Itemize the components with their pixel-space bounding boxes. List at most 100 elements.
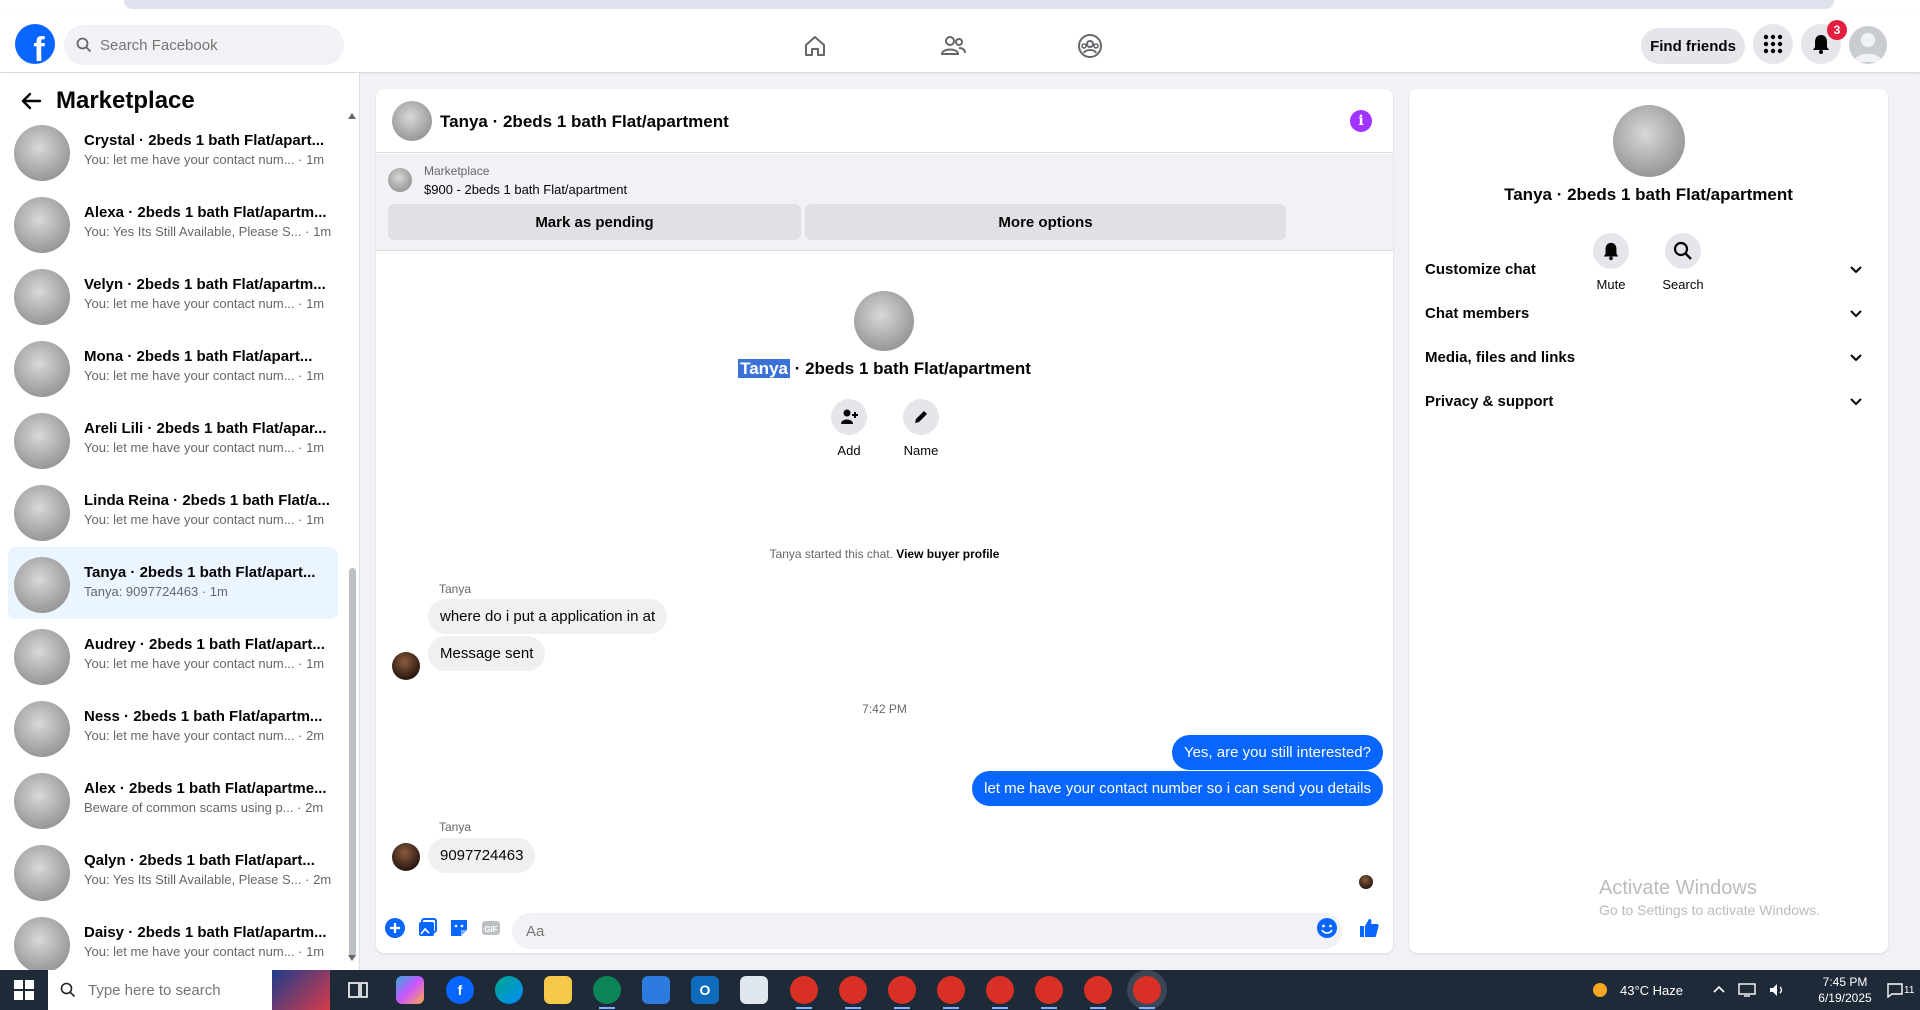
taskbar-search[interactable] bbox=[48, 970, 330, 1010]
info-section-2[interactable]: Media, files and links bbox=[1425, 337, 1872, 377]
windows-taskbar: f O 43°C Haze 7:45 PM 6/19/2025 11 bbox=[0, 970, 1920, 1010]
chat-title[interactable]: Tanya · 2beds 1 bath Flat/apartment bbox=[440, 112, 729, 132]
rename-action[interactable]: Name bbox=[891, 399, 951, 458]
marketplace-banner: Marketplace $900 - 2beds 1 bath Flat/apa… bbox=[376, 154, 1393, 251]
emoji-button[interactable] bbox=[1316, 917, 1338, 939]
info-section-3[interactable]: Privacy & support bbox=[1425, 381, 1872, 421]
conversation-item[interactable]: Mona · 2beds 1 bath Flat/apart... You: le… bbox=[8, 331, 338, 403]
more-options-button[interactable]: More options bbox=[805, 204, 1286, 240]
chrome-icon[interactable] bbox=[888, 976, 916, 1009]
chrome-active-icon[interactable] bbox=[1133, 976, 1161, 1009]
chrome-icon[interactable] bbox=[937, 976, 965, 1009]
scroll-down-arrow[interactable] bbox=[348, 955, 356, 961]
conversation-item[interactable]: Alex · 2beds 1 bath Flat/apartme... Bewar… bbox=[8, 763, 338, 835]
outlook-icon[interactable]: O bbox=[691, 976, 719, 1004]
pencil-icon bbox=[915, 411, 927, 423]
taskbar-clock[interactable]: 7:45 PM 6/19/2025 bbox=[1810, 974, 1880, 1006]
chrome-profile-icon[interactable] bbox=[593, 976, 621, 1009]
chrome-icon[interactable] bbox=[1084, 976, 1112, 1009]
sender-avatar[interactable] bbox=[392, 652, 420, 680]
scroll-up-arrow[interactable] bbox=[348, 113, 356, 119]
scroll-thumb[interactable] bbox=[349, 568, 356, 958]
conversation-avatar bbox=[14, 557, 70, 613]
like-button[interactable] bbox=[1358, 917, 1380, 939]
search-highlight-image[interactable] bbox=[272, 970, 330, 1010]
info-icon[interactable]: i bbox=[1350, 110, 1372, 132]
view-buyer-profile-link[interactable]: View buyer profile bbox=[896, 547, 999, 561]
store-icon[interactable] bbox=[642, 976, 670, 1004]
message-input[interactable] bbox=[512, 913, 1342, 949]
search-input[interactable] bbox=[100, 36, 320, 54]
chrome-icon[interactable] bbox=[790, 976, 818, 1009]
conversation-item[interactable]: Alexa · 2beds 1 bath Flat/apartm... You: … bbox=[8, 187, 338, 259]
conversation-item[interactable]: Qalyn · 2beds 1 bath Flat/apart... You: Y… bbox=[8, 835, 338, 907]
info-section-0[interactable]: Customize chat bbox=[1425, 249, 1872, 289]
intro-title-rest: · 2beds 1 bath Flat/apartment bbox=[789, 359, 1031, 378]
find-friends-button[interactable]: Find friends bbox=[1641, 28, 1745, 64]
conversation-name: Tanya · 2beds 1 bath Flat/apart... bbox=[84, 564, 316, 581]
conversation-name: Daisy · 2beds 1 bath Flat/apartm... bbox=[84, 924, 327, 941]
facebook-app-icon[interactable]: f bbox=[446, 976, 474, 1004]
notification-center[interactable]: 11 bbox=[1886, 970, 1914, 1010]
intro-avatar bbox=[854, 291, 914, 351]
chrome-icon[interactable] bbox=[839, 976, 867, 1009]
conversation-item[interactable]: Audrey · 2beds 1 bath Flat/apart... You: … bbox=[8, 619, 338, 691]
groups-tab[interactable] bbox=[1062, 28, 1118, 64]
windows-start-icon[interactable] bbox=[14, 980, 34, 1000]
sidebar-header: Marketplace bbox=[20, 87, 195, 115]
app-icon[interactable] bbox=[740, 976, 768, 1004]
weather-widget[interactable]: 43°C Haze bbox=[1588, 970, 1683, 1010]
info-section-label: Privacy & support bbox=[1425, 392, 1554, 410]
incoming-message[interactable]: where do i put a application in at bbox=[428, 599, 668, 634]
conversation-list: Crystal · 2beds 1 bath Flat/apart... You:… bbox=[8, 115, 338, 979]
conversation-preview: You: let me have your contact num... · 2… bbox=[84, 728, 325, 743]
listing-title[interactable]: $900 - 2beds 1 bath Flat/apartment bbox=[424, 182, 627, 197]
conversation-name: Qalyn · 2beds 1 bath Flat/apart... bbox=[84, 852, 315, 869]
listing-thumbnail[interactable] bbox=[388, 168, 412, 192]
conversation-avatar bbox=[14, 341, 70, 397]
profile-avatar-large[interactable] bbox=[1613, 105, 1685, 177]
add-people-action[interactable]: Add bbox=[819, 399, 879, 458]
account-avatar[interactable] bbox=[1849, 26, 1887, 64]
attach-photo-button[interactable] bbox=[416, 917, 438, 939]
friends-tab[interactable] bbox=[925, 28, 981, 64]
copilot-icon[interactable] bbox=[396, 976, 424, 1004]
chrome-icon[interactable] bbox=[1035, 976, 1063, 1009]
mark-as-pending-button[interactable]: Mark as pending bbox=[388, 204, 801, 240]
back-arrow-icon[interactable] bbox=[20, 90, 42, 112]
gif-button[interactable]: GIF bbox=[480, 917, 502, 939]
menu-button[interactable] bbox=[1753, 24, 1793, 64]
conversation-name: Audrey · 2beds 1 bath Flat/apart... bbox=[84, 636, 325, 653]
conversation-item[interactable]: Daisy · 2beds 1 bath Flat/apartm... You: … bbox=[8, 907, 338, 979]
edge-icon[interactable] bbox=[495, 976, 523, 1004]
info-section-1[interactable]: Chat members bbox=[1425, 293, 1872, 333]
activate-title: Activate Windows bbox=[1599, 877, 1757, 899]
facebook-search[interactable] bbox=[64, 25, 344, 65]
conversation-item[interactable]: Areli Lili · 2beds 1 bath Flat/apar... Yo… bbox=[8, 403, 338, 475]
clock-time: 7:45 PM bbox=[1822, 975, 1868, 989]
conversation-item[interactable]: Crystal · 2beds 1 bath Flat/apart... You:… bbox=[8, 115, 338, 187]
facebook-logo[interactable]: f bbox=[15, 24, 55, 64]
taskbar-search-input[interactable] bbox=[88, 981, 238, 999]
page-scrollbar[interactable] bbox=[1906, 72, 1920, 970]
sidebar-scrollbar[interactable] bbox=[348, 113, 356, 963]
chrome-icon[interactable] bbox=[986, 976, 1014, 1009]
file-explorer-icon[interactable] bbox=[544, 976, 572, 1004]
home-tab[interactable] bbox=[787, 28, 843, 64]
incoming-message[interactable]: Message sent bbox=[428, 636, 546, 671]
conversation-item[interactable]: Velyn · 2beds 1 bath Flat/apartm... You: … bbox=[8, 259, 338, 331]
outgoing-message[interactable]: let me have your contact number so i can… bbox=[972, 771, 1383, 806]
sidebar-title: Marketplace bbox=[56, 87, 195, 114]
outgoing-message[interactable]: Yes, are you still interested? bbox=[1171, 735, 1383, 770]
sender-avatar[interactable] bbox=[392, 843, 420, 871]
incoming-message[interactable]: 9097724463 bbox=[428, 838, 536, 873]
task-view-icon[interactable] bbox=[344, 976, 372, 1004]
system-tray[interactable] bbox=[1712, 970, 1786, 1010]
conversation-item[interactable]: Tanya · 2beds 1 bath Flat/apart... Tanya:… bbox=[8, 547, 338, 619]
sticker-button[interactable] bbox=[448, 917, 470, 939]
conversation-avatar bbox=[14, 845, 70, 901]
conversation-item[interactable]: Linda Reina · 2beds 1 bath Flat/a... You:… bbox=[8, 475, 338, 547]
conversation-item[interactable]: Ness · 2beds 1 bath Flat/apartm... You: l… bbox=[8, 691, 338, 763]
chat-avatar[interactable] bbox=[392, 101, 432, 141]
more-actions-button[interactable] bbox=[384, 917, 406, 939]
